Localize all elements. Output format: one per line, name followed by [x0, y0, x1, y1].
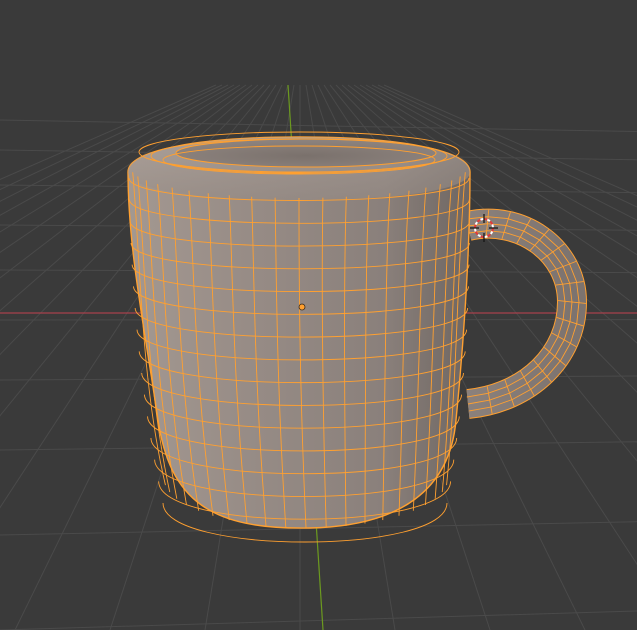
mug-handle[interactable] [464, 208, 588, 419]
grid-line [0, 610, 637, 630]
viewport-canvas[interactable] [0, 0, 637, 630]
mug-body[interactable] [127, 131, 471, 543]
3d-viewport[interactable] [0, 0, 637, 630]
object-origin-point[interactable] [298, 303, 306, 311]
grid-line [0, 119, 637, 133]
